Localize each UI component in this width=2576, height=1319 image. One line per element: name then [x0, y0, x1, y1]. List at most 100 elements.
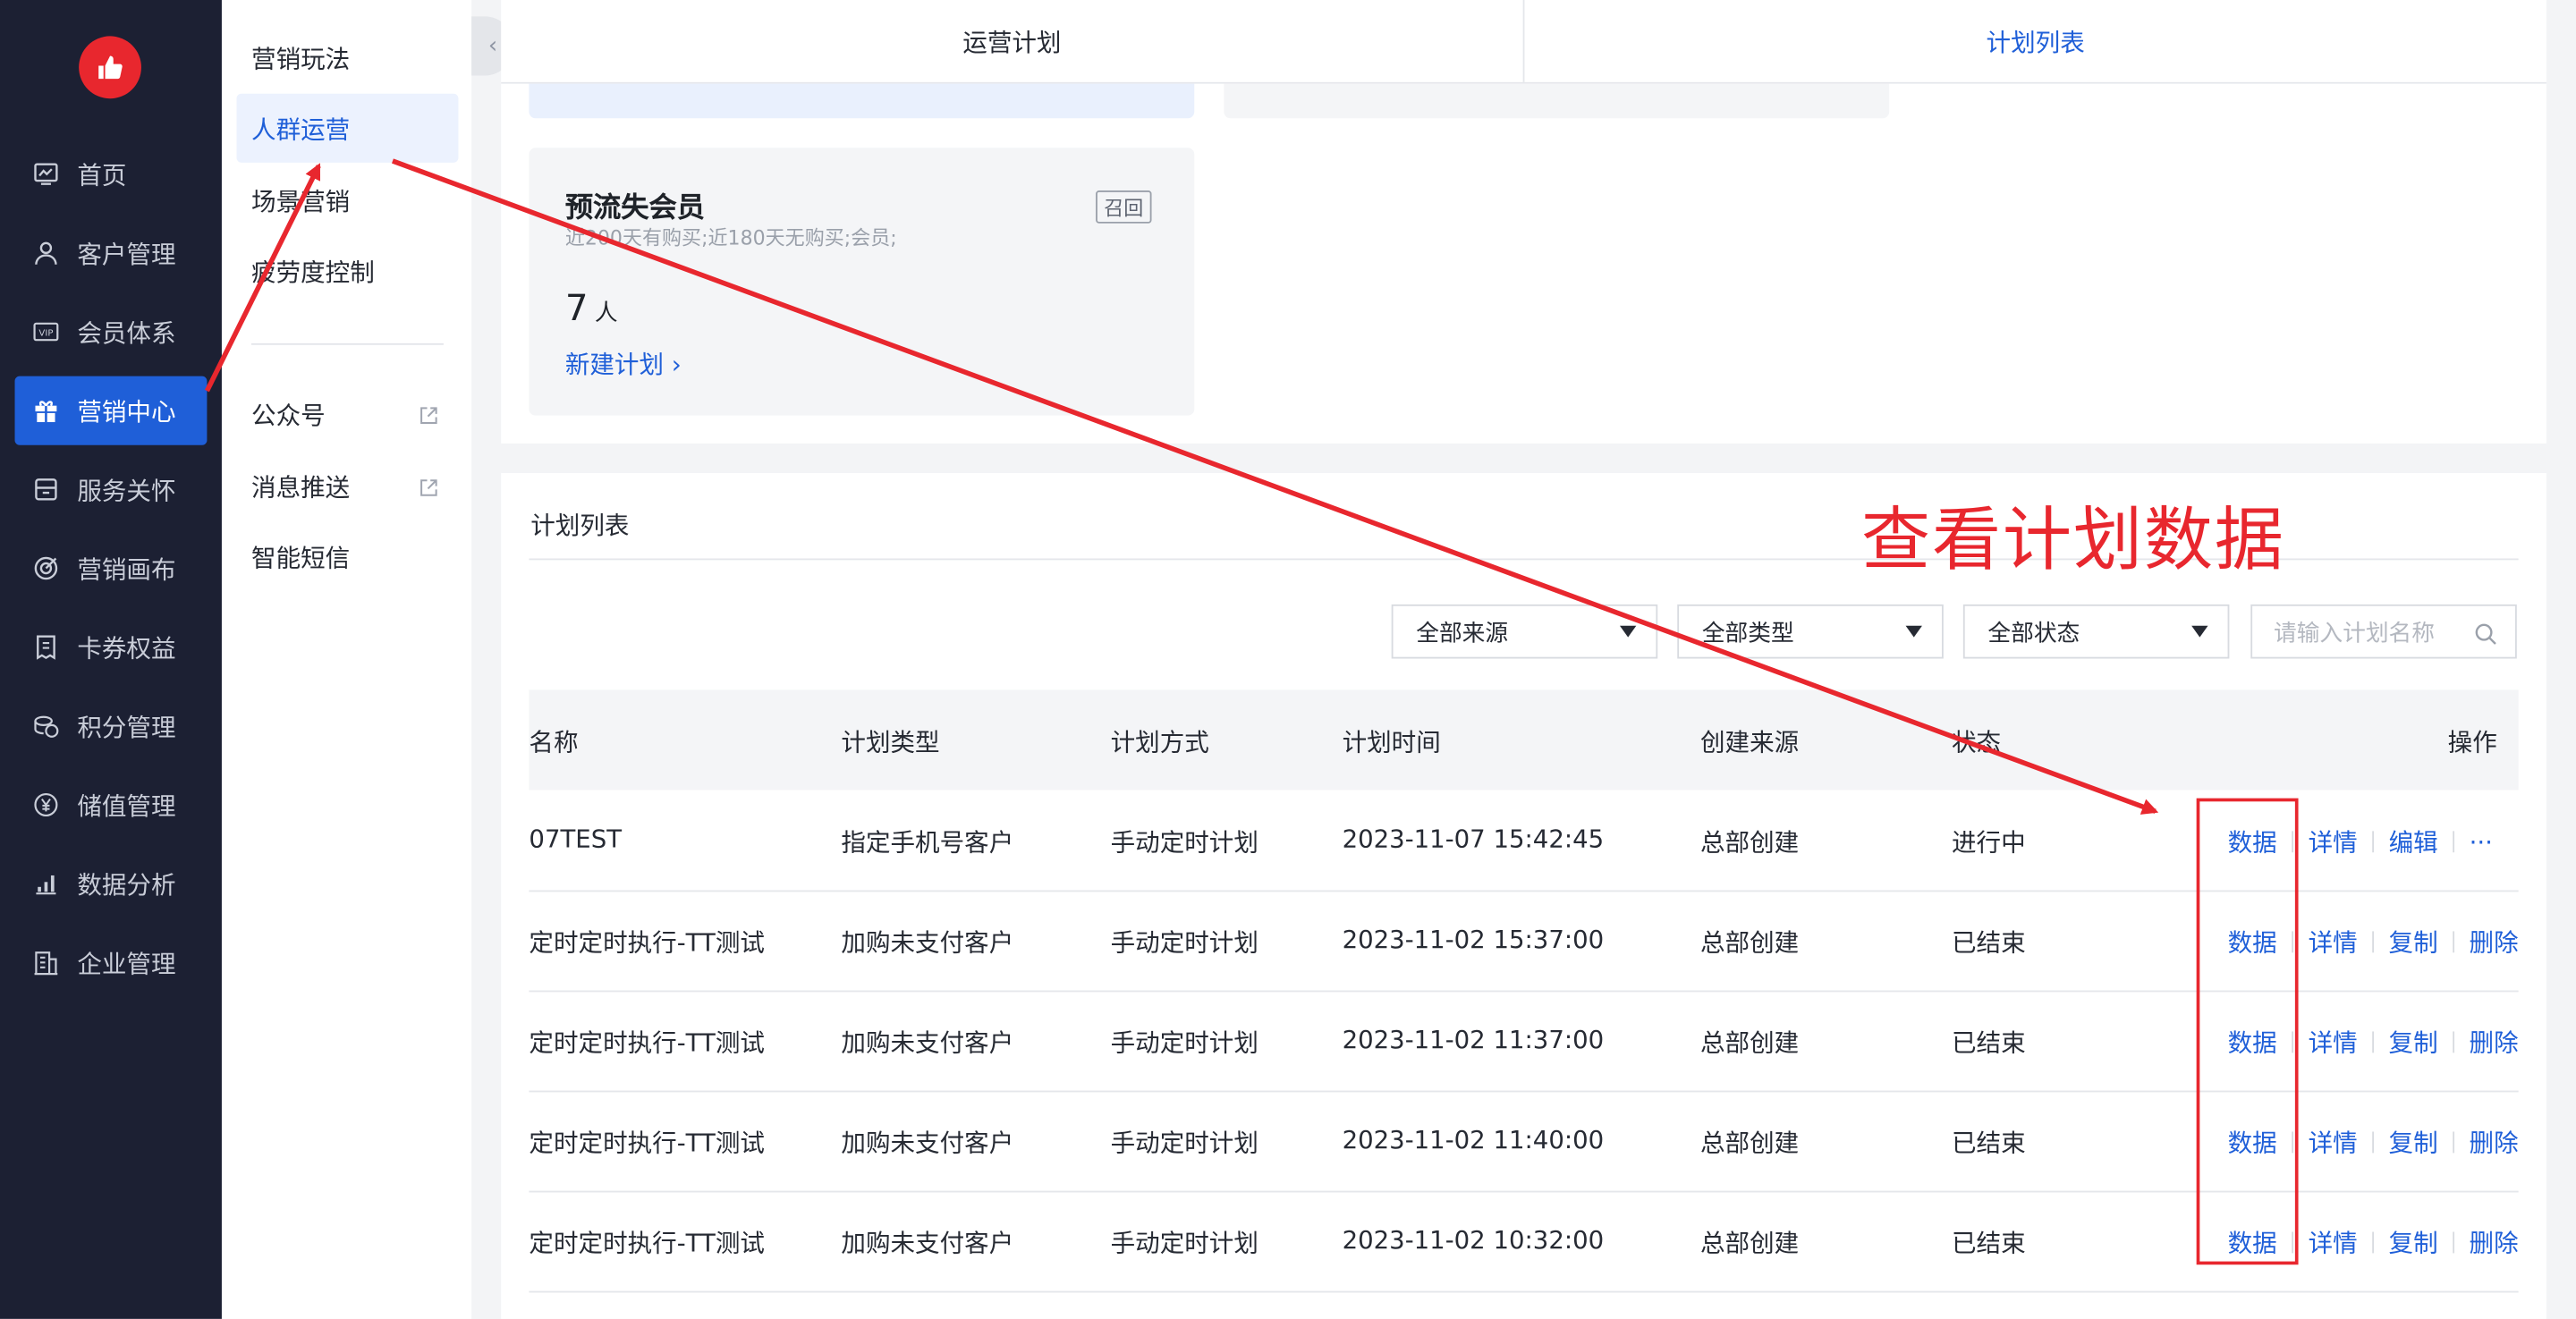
subnav-item-crowd-operation[interactable]: 人群运营: [236, 93, 459, 163]
new-plan-link[interactable]: 新建计划 ›: [565, 347, 682, 382]
cell-status: 进行中: [1951, 827, 2026, 858]
action-separator: [2453, 1231, 2455, 1254]
search-icon[interactable]: [2474, 621, 2497, 645]
detail-button[interactable]: 详情: [2309, 1225, 2358, 1260]
sidebar-item-label: 储值管理: [77, 791, 176, 821]
annotation-text: 查看计划数据: [1860, 499, 2285, 580]
coins-icon: [33, 713, 59, 739]
cell-type: 加购未支付客户: [841, 1228, 1014, 1258]
sidebar-item-data-analysis[interactable]: 数据分析: [15, 850, 208, 918]
column-header: 计划时间: [1342, 727, 1441, 757]
sidebar-item-label: 客户管理: [77, 239, 176, 269]
cell-time: 2023-11-02 11:37:00: [1342, 1025, 1605, 1055]
action-separator: [2453, 1131, 2455, 1154]
more-actions-button[interactable]: ···: [2470, 827, 2493, 857]
sidebar-item-service-care[interactable]: 服务关怀: [15, 455, 208, 524]
sidebar-item-marketing-center[interactable]: 营销中心: [14, 376, 208, 445]
source-filter-select[interactable]: 全部来源: [1391, 604, 1658, 659]
caret-down-icon: [2191, 625, 2208, 638]
subnav-item-message-push[interactable]: 消息推送: [236, 452, 458, 520]
cell-status: 已结束: [1951, 1128, 2026, 1158]
search-input[interactable]: [2252, 605, 2491, 661]
third-action-button[interactable]: 复制: [2389, 925, 2438, 960]
sidebar-item-home[interactable]: 首页: [15, 140, 208, 208]
status-filter-select[interactable]: 全部状态: [1962, 604, 2230, 659]
column-header: 计划类型: [841, 727, 940, 757]
cell-mode: 手动定时计划: [1110, 1027, 1258, 1058]
table-header: 名称 计划类型 计划方式 计划时间 创建来源 状态 操作: [529, 689, 2519, 791]
count-value: 7: [564, 289, 589, 331]
third-action-button[interactable]: 复制: [2389, 1225, 2438, 1260]
logo-thumbs-up-icon[interactable]: [79, 36, 141, 99]
third-action-button[interactable]: 复制: [2389, 1125, 2438, 1160]
detail-button[interactable]: 详情: [2309, 1125, 2358, 1160]
subnav-label: 消息推送: [251, 472, 351, 503]
cell-status: 已结束: [1951, 1027, 2026, 1058]
yen-icon: [33, 791, 59, 817]
subnav-item-smart-sms[interactable]: 智能短信: [236, 522, 458, 591]
external-link-icon: [419, 402, 438, 424]
third-action-button[interactable]: 复制: [2389, 1025, 2438, 1060]
sidebar-item-stored-value[interactable]: 储值管理: [15, 770, 208, 839]
top-tabs: 运营计划 计划列表: [501, 0, 2546, 84]
annotation-highlight-box: [2196, 798, 2299, 1265]
sidebar-item-points[interactable]: 积分管理: [15, 691, 208, 760]
column-header: 名称: [529, 727, 579, 757]
detail-button[interactable]: 详情: [2309, 925, 2358, 960]
coupon-icon: [33, 634, 59, 660]
bar-chart-icon: [33, 870, 59, 896]
sidebar-item-membership[interactable]: VIP 会员体系: [15, 297, 208, 366]
fourth-action-button[interactable]: 删除: [2470, 925, 2519, 960]
crowd-cards-panel: 预流失会员 召回 近200天有购买;近180天无购买;会员; 7人 新建计划 ›: [501, 83, 2546, 444]
cell-time: 2023-11-02 15:37:00: [1342, 925, 1605, 955]
action-separator: [2453, 831, 2455, 853]
subnav-item-marketing-play[interactable]: 营销玩法: [236, 23, 458, 92]
cell-status: 已结束: [1951, 1228, 2026, 1258]
subnav-item-official-account[interactable]: 公众号: [236, 379, 458, 448]
sidebar-item-coupons[interactable]: 卡券权益: [15, 613, 208, 681]
sidebar-item-label: 企业管理: [77, 948, 176, 978]
subnav-item-scene-marketing[interactable]: 场景营销: [236, 166, 458, 235]
cell-mode: 手动定时计划: [1110, 927, 1258, 958]
action-separator: [2372, 1231, 2375, 1254]
sidebar-item-label: 营销中心: [77, 396, 176, 427]
sidebar-item-label: 营销画布: [77, 554, 176, 584]
column-header: 操作: [2447, 727, 2497, 757]
card-tag: 召回: [1096, 190, 1152, 224]
card-count: 7人: [565, 289, 618, 330]
tab-plan-list[interactable]: 计划列表: [1522, 0, 2546, 82]
cell-source: 总部创建: [1699, 827, 1800, 858]
tab-operation-plan[interactable]: 运营计划: [501, 0, 1522, 82]
detail-button[interactable]: 详情: [2309, 824, 2358, 859]
cell-name: 定时定时执行-TT测试: [529, 927, 765, 958]
fourth-action-button[interactable]: 删除: [2470, 1025, 2519, 1060]
column-header: 状态: [1951, 727, 2002, 757]
action-separator: [2372, 1131, 2375, 1154]
fourth-action-button[interactable]: 删除: [2470, 1225, 2519, 1260]
service-icon: [33, 477, 59, 503]
building-icon: [33, 950, 59, 976]
cell-type: 指定手机号客户: [841, 827, 1014, 858]
subnav-item-fatigue-control[interactable]: 疲劳度控制: [236, 236, 458, 305]
subnav-label: 智能短信: [251, 543, 351, 573]
cell-type: 加购未支付客户: [841, 927, 1014, 958]
select-value: 全部类型: [1701, 620, 1794, 647]
third-action-button[interactable]: 编辑: [2389, 824, 2438, 859]
action-separator: [2372, 831, 2375, 853]
section-title: 计划列表: [530, 511, 630, 541]
sidebar-item-enterprise[interactable]: 企业管理: [15, 928, 208, 997]
main-sidebar: 首页 客户管理 VIP 会员体系 营销中心 服务关怀 营销画布 卡券权益 积分管: [0, 0, 222, 1319]
type-filter-select[interactable]: 全部类型: [1677, 604, 1944, 659]
cell-name: 定时定时执行-TT测试: [529, 1228, 765, 1258]
caret-down-icon: [1619, 625, 1637, 638]
fourth-action-button[interactable]: 删除: [2470, 1125, 2519, 1160]
detail-button[interactable]: 详情: [2309, 1025, 2358, 1060]
secondary-nav: 营销玩法 人群运营 场景营销 疲劳度控制 公众号 消息推送 智能短信: [221, 0, 472, 1319]
card-description: 近200天有购买;近180天无购买;会员;: [564, 226, 897, 250]
sidebar-item-marketing-canvas[interactable]: 营销画布: [15, 534, 208, 603]
cell-source: 总部创建: [1699, 1027, 1800, 1058]
gift-icon: [33, 397, 59, 423]
count-unit: 人: [594, 300, 618, 327]
sidebar-item-customers[interactable]: 客户管理: [15, 218, 208, 287]
sidebar-item-label: 卡券权益: [77, 633, 176, 664]
